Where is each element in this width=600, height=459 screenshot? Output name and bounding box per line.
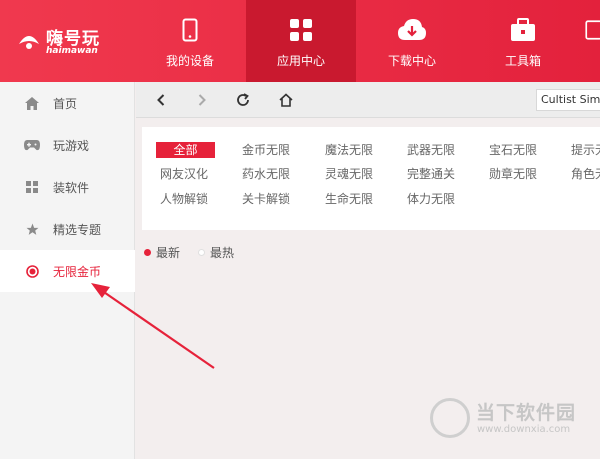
- apps-grid-icon: [26, 181, 38, 193]
- home-icon: [25, 96, 39, 110]
- category-tag[interactable]: 网友汉化: [160, 166, 208, 182]
- category-tag[interactable]: 完整通关: [407, 166, 455, 182]
- logo-icon: [19, 36, 39, 49]
- sidebar-item-home[interactable]: 首页: [0, 82, 135, 124]
- tab-my-devices[interactable]: 我的设备: [135, 0, 245, 82]
- category-filter-panel: 全部 金币无限 魔法无限 武器无限 宝石无限 提示无限 网友汉化 药水无限 灵魂…: [142, 127, 600, 230]
- category-tag[interactable]: 武器无限: [407, 142, 455, 158]
- sidebar-item-label: 玩游戏: [53, 138, 90, 153]
- browser-toolbar: Cultist Simu: [136, 82, 600, 118]
- forward-button[interactable]: [193, 91, 211, 109]
- category-tag[interactable]: 提示无限: [571, 142, 600, 158]
- refresh-button[interactable]: [234, 91, 252, 109]
- sidebar-item-featured-topics[interactable]: 精选专题: [0, 208, 135, 250]
- phone-icon: [182, 18, 198, 42]
- app-logo[interactable]: 嗨号玩 haimawan: [14, 22, 124, 62]
- toolbox-icon: [511, 18, 535, 41]
- target-icon: [25, 264, 39, 278]
- watermark: 当下软件园 www.downxia.com: [430, 396, 590, 444]
- search-input[interactable]: Cultist Simu: [536, 89, 600, 111]
- home-outline-icon: [279, 93, 293, 107]
- tab-download-center[interactable]: 下载中心: [357, 0, 467, 82]
- sidebar-item-label: 无限金币: [53, 264, 102, 279]
- sidebar-item-play-games[interactable]: 玩游戏: [0, 124, 135, 166]
- tab-label: 应用中心: [276, 54, 325, 68]
- sort-option-newest[interactable]: 最新: [144, 244, 180, 260]
- tab-label: 工具箱: [504, 54, 541, 68]
- tab-overflow[interactable]: [579, 0, 600, 82]
- tab-app-center[interactable]: 应用中心: [246, 0, 356, 82]
- sort-option-label: 最新: [156, 245, 181, 260]
- category-tag[interactable]: 生命无限: [325, 191, 373, 207]
- category-tag[interactable]: 药水无限: [242, 166, 290, 182]
- category-tag[interactable]: 人物解锁: [160, 191, 208, 207]
- star-icon: [26, 223, 38, 235]
- category-tag[interactable]: 关卡解锁: [242, 191, 290, 207]
- home-button[interactable]: [277, 91, 295, 109]
- sort-option-label: 最热: [210, 245, 235, 260]
- category-tag[interactable]: 勋章无限: [489, 166, 537, 182]
- chevron-right-icon: [198, 94, 206, 106]
- chevron-left-icon: [157, 94, 165, 106]
- radio-selected-icon: [144, 248, 151, 256]
- tab-label: 下载中心: [387, 54, 436, 68]
- sidebar-item-label: 装软件: [53, 180, 90, 195]
- sidebar-item-install-software[interactable]: 装软件: [0, 166, 135, 208]
- category-tag[interactable]: 角色无限: [571, 166, 600, 182]
- category-tag[interactable]: 魔法无限: [325, 142, 373, 158]
- tablet-icon: [585, 20, 600, 40]
- watermark-text: 当下软件园: [476, 402, 577, 424]
- sort-option-hottest[interactable]: 最热: [198, 244, 234, 260]
- grid-icon: [290, 19, 312, 41]
- watermark-logo-icon: [430, 398, 470, 438]
- category-tag[interactable]: 体力无限: [407, 191, 455, 207]
- sidebar-item-label: 首页: [53, 96, 78, 111]
- category-tag[interactable]: 灵魂无限: [325, 166, 373, 182]
- sidebar: 首页 玩游戏 装软件 精选专题 无限金币: [0, 82, 135, 459]
- back-button[interactable]: [152, 91, 170, 109]
- tab-toolbox[interactable]: 工具箱: [468, 0, 578, 82]
- category-tag[interactable]: 宝石无限: [489, 142, 537, 158]
- sidebar-item-label: 精选专题: [53, 222, 102, 237]
- top-nav-bar: 嗨号玩 haimawan 我的设备 应用中心 下载中心 工具箱: [0, 0, 600, 82]
- tab-label: 我的设备: [165, 54, 214, 68]
- radio-unselected-icon: [198, 248, 205, 256]
- cloud-download-icon: [398, 19, 426, 40]
- logo-subtext: haimawan: [46, 46, 98, 56]
- category-tag-all[interactable]: 全部: [156, 142, 215, 158]
- watermark-url: www.downxia.com: [477, 424, 571, 435]
- gamepad-icon: [24, 139, 40, 150]
- refresh-icon: [237, 93, 249, 106]
- category-tag[interactable]: 金币无限: [242, 142, 290, 158]
- sidebar-item-unlimited-coins[interactable]: 无限金币: [0, 250, 135, 292]
